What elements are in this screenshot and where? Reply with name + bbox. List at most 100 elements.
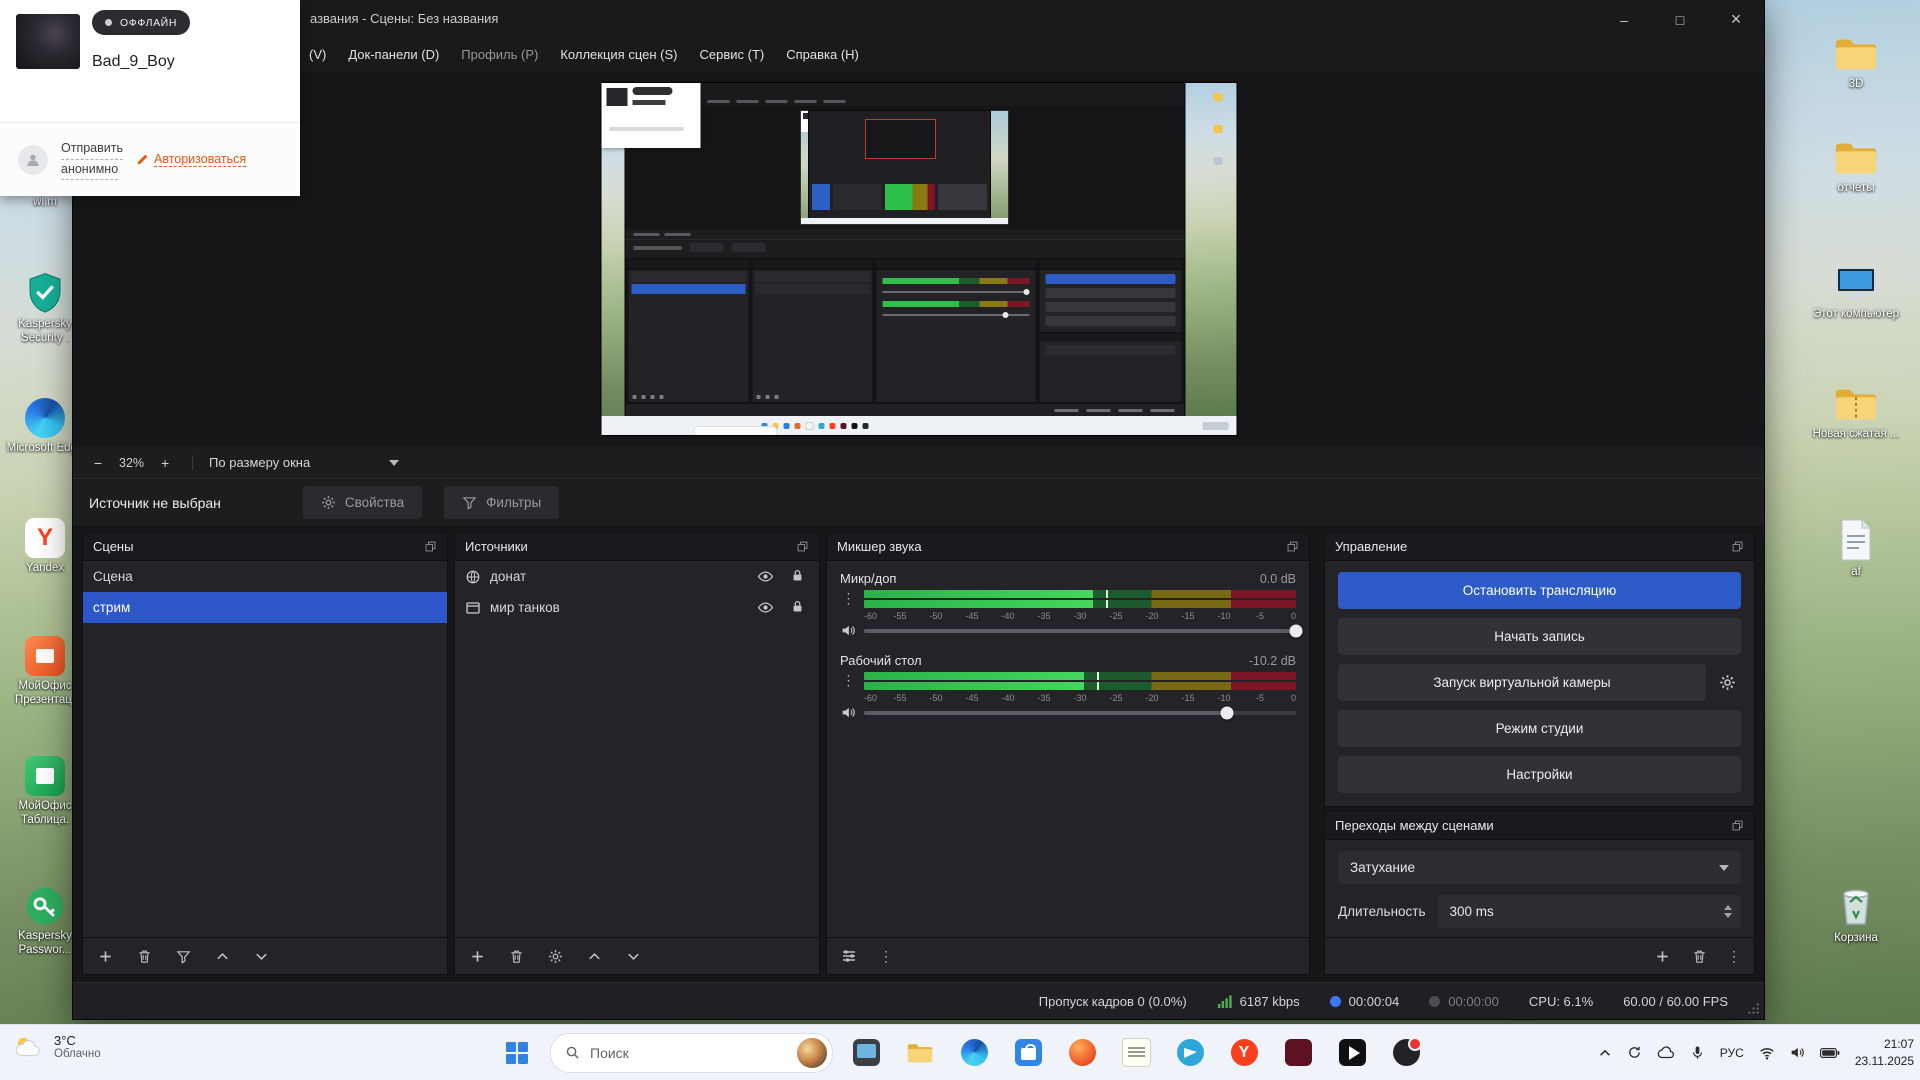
- virtual-camera-settings-icon[interactable]: [1713, 669, 1741, 697]
- zoom-out-button[interactable]: −: [87, 453, 109, 473]
- taskbar-app-badge[interactable]: [1385, 1032, 1427, 1074]
- desktop-icon-recycle-bin[interactable]: Корзина: [1812, 884, 1900, 945]
- popout-icon[interactable]: [796, 540, 809, 553]
- menu-profile[interactable]: Профиль (P): [450, 39, 549, 71]
- notepad-icon[interactable]: [1115, 1032, 1157, 1074]
- sources-header[interactable]: Источники: [455, 533, 819, 561]
- onedrive-cloud-icon[interactable]: [1657, 1046, 1675, 1059]
- source-item[interactable]: мир танков: [455, 592, 819, 623]
- speaker-icon[interactable]: [841, 705, 856, 720]
- store-icon[interactable]: [1007, 1032, 1049, 1074]
- tray-expand-icon[interactable]: [1598, 1046, 1612, 1060]
- file-explorer-icon[interactable]: [899, 1032, 941, 1074]
- popout-icon[interactable]: [424, 540, 437, 553]
- taskbar-app-monitor[interactable]: [845, 1032, 887, 1074]
- remove-transition-button[interactable]: [1690, 947, 1708, 965]
- taskbar-app-orange[interactable]: [1061, 1032, 1103, 1074]
- channel-menu-icon[interactable]: ⋮: [842, 673, 856, 687]
- menu-tools[interactable]: Сервис (T): [688, 39, 775, 71]
- desktop-icon-this-pc[interactable]: Этот компьютер: [1812, 264, 1900, 321]
- add-source-button[interactable]: [468, 947, 486, 965]
- desktop-icon-reports[interactable]: отчеты: [1812, 138, 1900, 195]
- menu-docks[interactable]: Док-панели (D): [337, 39, 450, 71]
- duration-input[interactable]: 300 ms: [1438, 895, 1742, 928]
- wifi-icon[interactable]: [1759, 1045, 1775, 1061]
- clock[interactable]: 21:07 23.11.2025: [1855, 1036, 1914, 1070]
- source-item[interactable]: донат: [455, 561, 819, 592]
- minimize-button[interactable]: –: [1596, 0, 1652, 39]
- lock-icon[interactable]: [790, 599, 805, 616]
- stop-streaming-button[interactable]: Остановить трансляцию: [1338, 572, 1741, 609]
- resize-grip[interactable]: [1747, 1002, 1760, 1015]
- send-anonymous-link[interactable]: Отправить анонимно: [61, 139, 123, 180]
- transitions-menu-icon[interactable]: ⋮: [1727, 949, 1741, 963]
- battery-icon[interactable]: [1820, 1047, 1840, 1059]
- zoom-in-button[interactable]: +: [154, 453, 176, 473]
- popout-icon[interactable]: [1731, 819, 1744, 832]
- add-scene-button[interactable]: [96, 947, 114, 965]
- microphone-icon[interactable]: [1690, 1045, 1705, 1060]
- filters-button[interactable]: Фильтры: [444, 486, 559, 519]
- speaker-icon[interactable]: [841, 623, 856, 638]
- desktop-icon-3d[interactable]: 3D: [1812, 34, 1900, 91]
- spin-up-icon[interactable]: [1724, 905, 1732, 910]
- spin-down-icon[interactable]: [1724, 913, 1732, 918]
- volume-slider[interactable]: [864, 624, 1296, 638]
- mixer-settings-icon[interactable]: [840, 947, 858, 965]
- lock-icon[interactable]: [790, 568, 805, 585]
- telegram-icon[interactable]: [1169, 1032, 1211, 1074]
- channel-menu-icon[interactable]: ⋮: [842, 591, 856, 605]
- edge-icon[interactable]: [953, 1032, 995, 1074]
- title-bar[interactable]: азвания - Сцены: Без названия – □ ×: [73, 0, 1764, 39]
- properties-button[interactable]: Свойства: [303, 486, 422, 519]
- search-box[interactable]: Поиск: [550, 1033, 833, 1073]
- remove-scene-button[interactable]: [135, 947, 153, 965]
- search-highlight-image[interactable]: [797, 1038, 827, 1068]
- controls-header[interactable]: Управление: [1325, 533, 1754, 561]
- sync-icon[interactable]: [1627, 1045, 1642, 1060]
- mixer-menu-icon[interactable]: ⋮: [879, 949, 893, 963]
- visibility-eye-icon[interactable]: [757, 568, 774, 585]
- mixer-header[interactable]: Микшер звука: [827, 533, 1309, 561]
- desktop-icon-af[interactable]: af: [1812, 518, 1900, 579]
- transition-select[interactable]: Затухание: [1338, 851, 1741, 884]
- zoom-fit-dropdown[interactable]: По размеру окна: [209, 455, 399, 470]
- remove-source-button[interactable]: [507, 947, 525, 965]
- menu-help[interactable]: Справка (H): [775, 39, 870, 71]
- move-scene-up-button[interactable]: [213, 947, 231, 965]
- volume-icon[interactable]: [1790, 1045, 1805, 1060]
- start-recording-button[interactable]: Начать запись: [1338, 618, 1741, 655]
- language-indicator[interactable]: РУС: [1720, 1046, 1744, 1060]
- visibility-eye-icon[interactable]: [757, 599, 774, 616]
- menu-view[interactable]: (V): [298, 39, 337, 71]
- taskbar-app-darkred[interactable]: [1277, 1032, 1319, 1074]
- close-button[interactable]: ×: [1708, 0, 1764, 39]
- transitions-header[interactable]: Переходы между сценами: [1325, 812, 1754, 840]
- slider-handle[interactable]: [1220, 707, 1233, 720]
- start-button[interactable]: [496, 1032, 538, 1074]
- taskbar-app-play[interactable]: [1331, 1032, 1373, 1074]
- add-transition-button[interactable]: [1653, 947, 1671, 965]
- weather-widget[interactable]: 3°C Облачно: [12, 1033, 101, 1060]
- move-source-down-button[interactable]: [624, 947, 642, 965]
- scene-filters-button[interactable]: [174, 947, 192, 965]
- popout-icon[interactable]: [1731, 540, 1744, 553]
- volume-slider[interactable]: [864, 706, 1296, 720]
- popout-icon[interactable]: [1286, 540, 1299, 553]
- settings-button[interactable]: Настройки: [1338, 756, 1741, 793]
- scene-item[interactable]: Сцена: [83, 561, 447, 592]
- preview-canvas[interactable]: [601, 83, 1236, 435]
- source-properties-button[interactable]: [546, 947, 564, 965]
- menu-scene-collection[interactable]: Коллекция сцен (S): [549, 39, 688, 71]
- studio-mode-button[interactable]: Режим студии: [1338, 710, 1741, 747]
- yandex-browser-icon[interactable]: Y: [1223, 1032, 1265, 1074]
- scenes-header[interactable]: Сцены: [83, 533, 447, 561]
- authorize-link[interactable]: Авторизоваться: [136, 152, 246, 167]
- virtual-camera-button[interactable]: Запуск виртуальной камеры: [1338, 664, 1706, 701]
- maximize-button[interactable]: □: [1652, 0, 1708, 39]
- scene-item-selected[interactable]: стрим: [83, 592, 447, 623]
- slider-handle[interactable]: [1290, 625, 1303, 638]
- desktop-icon-zip-folder[interactable]: Новая сжатая ...: [1812, 384, 1900, 441]
- move-scene-down-button[interactable]: [252, 947, 270, 965]
- move-source-up-button[interactable]: [585, 947, 603, 965]
